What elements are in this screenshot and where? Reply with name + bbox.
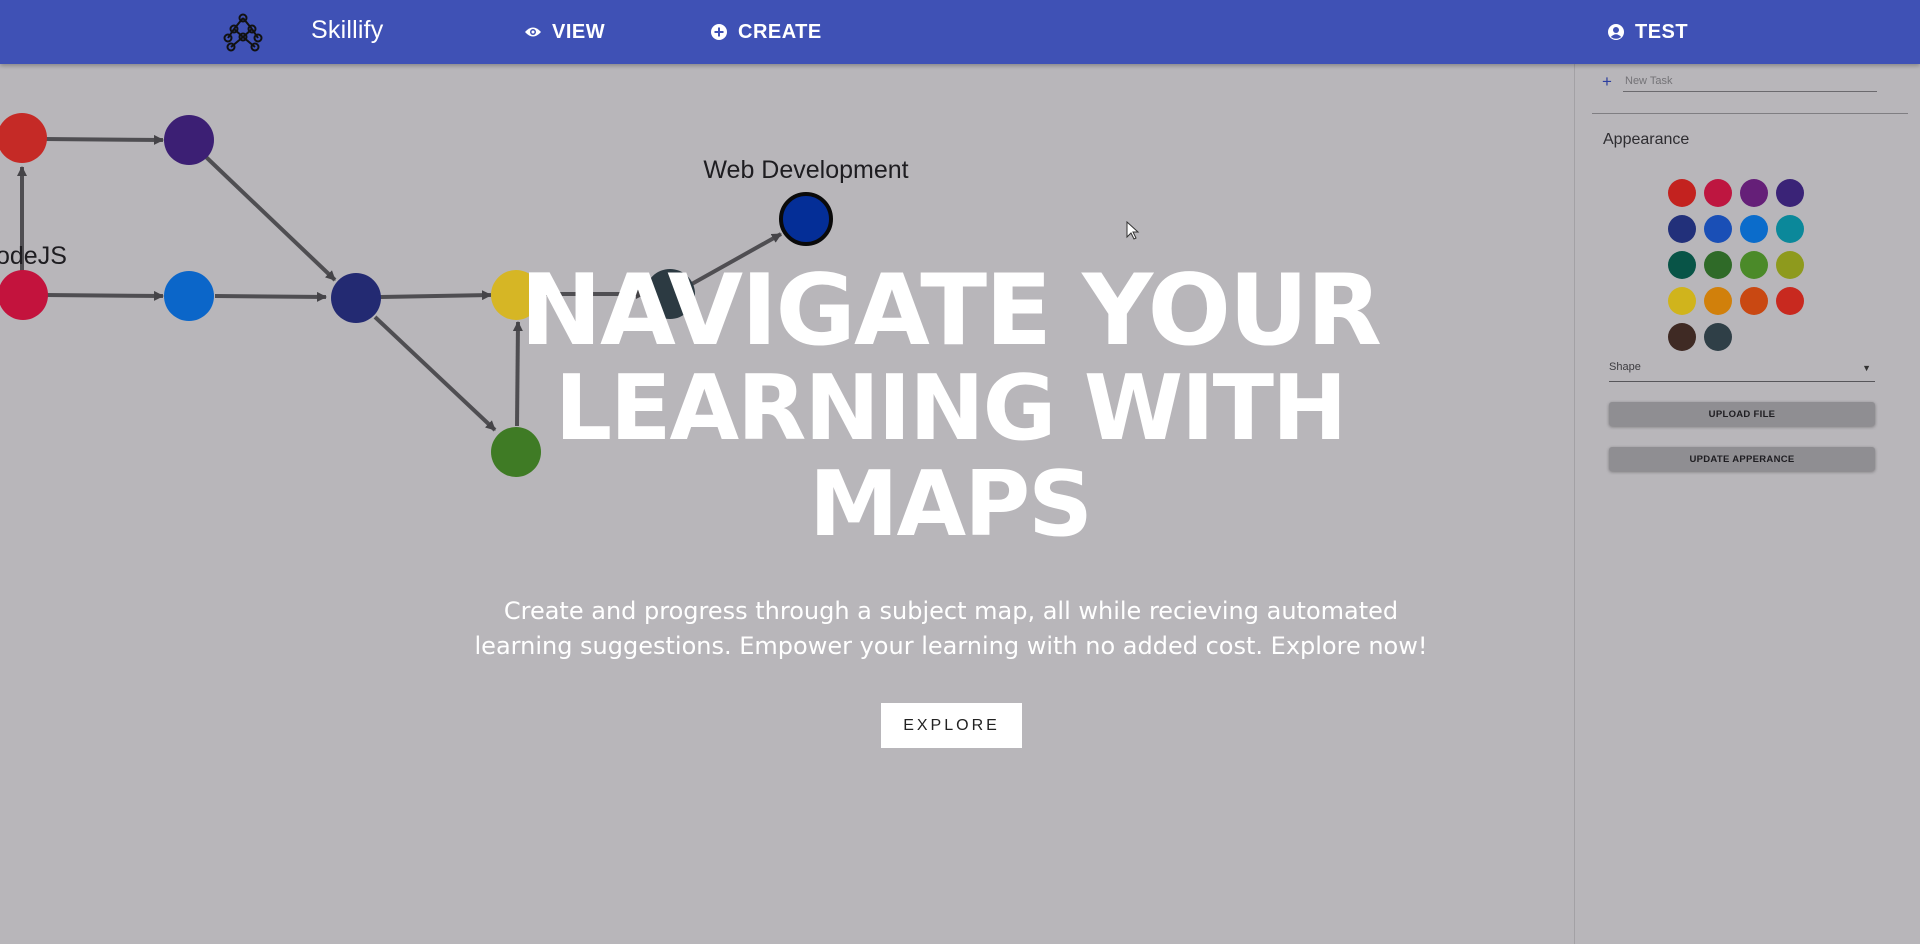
color-swatch[interactable] — [1704, 215, 1732, 243]
appearance-heading: Appearance — [1603, 131, 1690, 148]
color-swatch[interactable] — [1740, 251, 1768, 279]
color-swatch[interactable] — [1704, 287, 1732, 315]
color-swatch[interactable] — [1704, 179, 1732, 207]
nav-view-button[interactable]: VIEW — [524, 18, 605, 46]
map-node-selected[interactable] — [779, 192, 833, 246]
color-swatch[interactable] — [1740, 179, 1768, 207]
color-swatch[interactable] — [1776, 251, 1804, 279]
hero-title: NAVIGATE YOUR LEARNING WITH MAPS — [430, 262, 1470, 550]
color-swatch[interactable] — [1668, 323, 1696, 351]
color-swatch[interactable] — [1704, 323, 1732, 351]
account-label: TEST — [1635, 20, 1689, 43]
hero-title-line: LEARNING WITH — [554, 356, 1348, 461]
color-swatch[interactable] — [1668, 287, 1696, 315]
color-swatch[interactable] — [1776, 179, 1804, 207]
brand-name[interactable]: Skillify — [311, 16, 383, 45]
update-appearance-button[interactable]: UPDATE APPERANCE — [1609, 447, 1875, 471]
add-circle-icon — [711, 24, 727, 40]
nav-create-label: CREATE — [738, 20, 822, 43]
hero-subtitle-line: Create and progress through a subject ma… — [503, 597, 1399, 625]
hero-subtitle-line: learning suggestions. Empower your learn… — [474, 632, 1428, 660]
map-node-label: odeJS — [0, 242, 67, 270]
panel-divider — [1592, 113, 1908, 114]
explore-button[interactable]: EXPLORE — [881, 703, 1022, 748]
color-swatch-grid — [1668, 179, 1818, 351]
map-node[interactable] — [164, 271, 214, 321]
color-swatch[interactable] — [1776, 215, 1804, 243]
hero-title-line: NAVIGATE YOUR — [520, 254, 1382, 368]
map-node[interactable] — [0, 270, 48, 320]
account-circle-icon — [1608, 24, 1624, 40]
map-node[interactable] — [331, 273, 381, 323]
upload-file-button[interactable]: UPLOAD FILE — [1609, 402, 1875, 426]
nav-create-button[interactable]: CREATE — [710, 18, 822, 46]
hero-title-line: MAPS — [809, 452, 1093, 557]
color-swatch[interactable] — [1668, 215, 1696, 243]
skillify-logo-icon[interactable] — [222, 12, 264, 54]
map-node[interactable] — [164, 115, 214, 165]
account-button[interactable]: TEST — [1607, 18, 1688, 46]
shape-select-label: Shape — [1609, 361, 1641, 373]
color-swatch[interactable] — [1704, 251, 1732, 279]
map-node[interactable] — [0, 113, 47, 163]
app-bar: Skillify VIEW CREATE TEST — [0, 0, 1920, 64]
hero-subtitle: Create and progress through a subject ma… — [470, 594, 1432, 664]
nav-view-label: VIEW — [552, 20, 606, 43]
dropdown-arrow-icon: ▼ — [1862, 363, 1871, 373]
shape-select[interactable]: Shape ▼ — [1609, 361, 1875, 382]
map-node-label: Web Development — [703, 156, 908, 184]
color-swatch[interactable] — [1668, 251, 1696, 279]
color-swatch[interactable] — [1740, 215, 1768, 243]
add-icon[interactable]: + — [1602, 72, 1612, 92]
eye-icon — [525, 27, 541, 37]
mouse-pointer-icon — [1126, 221, 1140, 240]
color-swatch[interactable] — [1776, 287, 1804, 315]
appearance-panel: + Appearance Shape ▼ UPLOAD FILE UPDATE … — [1574, 64, 1920, 944]
new-task-input[interactable] — [1623, 71, 1877, 92]
color-swatch[interactable] — [1668, 179, 1696, 207]
color-swatch[interactable] — [1740, 287, 1768, 315]
